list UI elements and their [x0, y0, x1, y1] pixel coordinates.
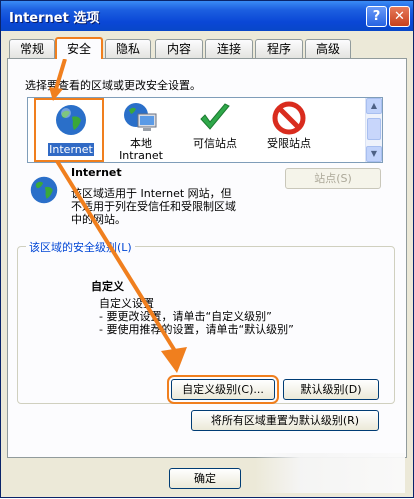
security-level-line-3: - 要使用推荐的设置，请单击“默认级别” — [99, 323, 294, 336]
zone-local-intranet[interactable]: 本地 Intranet — [106, 98, 176, 162]
zone-internet-label: Internet — [48, 143, 94, 156]
close-button[interactable]: ✕ — [389, 6, 410, 27]
zone-list-scrollbar[interactable]: ▲ ▼ — [365, 98, 382, 162]
zone-restricted-label: 受限站点 — [267, 137, 311, 150]
zone-description-line-3: 中的网站。 — [71, 213, 126, 226]
sites-button[interactable]: 站点(S) — [285, 168, 381, 189]
tab-programs[interactable]: 程序 — [255, 39, 303, 58]
no-entry-icon — [272, 101, 306, 135]
scroll-thumb[interactable] — [367, 118, 381, 140]
tab-content[interactable]: 内容 — [155, 39, 203, 58]
zone-title: Internet — [71, 166, 122, 179]
blurred-area — [255, 453, 405, 493]
tab-privacy[interactable]: 隐私 — [105, 39, 151, 58]
reset-all-zones-button[interactable]: 将所有区域重置为默认级别(R) — [191, 410, 379, 431]
zone-trusted-sites[interactable]: 可信站点 — [180, 98, 250, 162]
internet-options-dialog: Internet 选项 ? ✕ 常规 安全 隐私 内容 连接 程序 高级 选择要… — [0, 0, 414, 498]
scroll-up-icon[interactable]: ▲ — [366, 98, 382, 114]
globe-icon — [30, 176, 58, 204]
tab-security[interactable]: 安全 — [55, 37, 103, 59]
zone-internet[interactable]: Internet — [34, 98, 104, 162]
security-level-label: 该区域的安全级别(L) — [26, 239, 135, 255]
zone-restricted-sites[interactable]: 受限站点 — [254, 98, 324, 162]
zone-trusted-label: 可信站点 — [193, 137, 237, 150]
custom-level-button[interactable]: 自定义级别(C)... — [167, 375, 279, 404]
tab-advanced[interactable]: 高级 — [305, 39, 351, 58]
tab-connections[interactable]: 连接 — [205, 39, 253, 58]
default-level-button[interactable]: 默认级别(D) — [283, 379, 379, 400]
globe-icon — [56, 105, 86, 135]
local-intranet-icon — [124, 103, 157, 131]
checkmark-icon — [200, 103, 230, 130]
help-button[interactable]: ? — [366, 6, 387, 27]
zone-local-label-2: Intranet — [119, 149, 163, 162]
scroll-down-icon[interactable]: ▼ — [366, 146, 382, 162]
zone-prompt: 选择要查看的区域或更改安全设置。 — [25, 79, 201, 92]
zone-list: Internet 本地 Intranet 可信站点 受限站点 ▲ ▼ — [27, 97, 383, 163]
tab-general[interactable]: 常规 — [9, 39, 55, 58]
window-title: Internet 选项 — [9, 11, 100, 26]
ok-button[interactable]: 确定 — [169, 468, 241, 489]
title-bar: Internet 选项 ? ✕ — [1, 1, 413, 31]
security-level-name: 自定义 — [91, 280, 124, 293]
